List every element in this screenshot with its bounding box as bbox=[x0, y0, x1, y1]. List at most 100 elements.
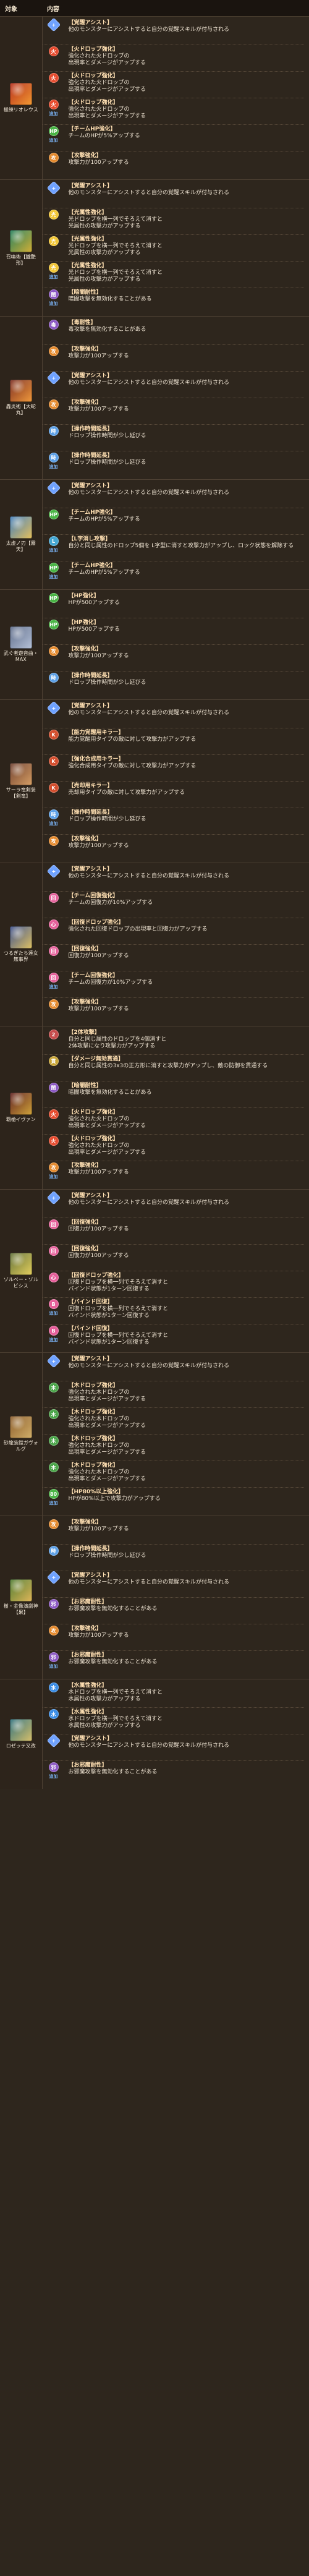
awakening-icon: 火 bbox=[48, 1109, 59, 1119]
awakening-description: 光ドロップを横一列でそろえて消すと bbox=[68, 216, 163, 223]
awakening-icon-symbol: 80 bbox=[49, 1491, 57, 1497]
target-card[interactable]: ロゼッテ又改 bbox=[2, 1719, 40, 1749]
awakening-description: 出現率とダメージがアップする bbox=[68, 113, 146, 119]
awakening-slot: 攻追加 bbox=[43, 1162, 65, 1180]
awakening-description: 出現率とダメージがアップする bbox=[68, 87, 146, 93]
awakening-icon: + bbox=[46, 1354, 61, 1368]
monster-portrait-icon[interactable] bbox=[9, 926, 32, 949]
awakening-entry: 毒 【毒耐性】 毒攻撃を無効化することがある bbox=[42, 318, 304, 345]
awakening-name: 【火ドロップ強化】 bbox=[68, 1109, 119, 1115]
monster-portrait-icon[interactable] bbox=[9, 83, 32, 105]
awakening-icon-symbol: 2 bbox=[51, 1031, 56, 1038]
target-card[interactable]: ゾルベー・ゾルビシス bbox=[2, 1253, 40, 1289]
awakening-icon: 水 bbox=[48, 1709, 59, 1719]
awakening-slot: + bbox=[43, 370, 65, 385]
target-card[interactable]: サーラ竜剣装【剣竜】 bbox=[2, 763, 40, 800]
awakening-description: 攻撃力が100アップする bbox=[68, 353, 129, 359]
target-card[interactable]: 極練リオレウス bbox=[2, 83, 40, 113]
target-name: ロゼッテ又改 bbox=[6, 1743, 36, 1749]
target-card[interactable]: 武ぐ者遊音曲・MAX bbox=[2, 626, 40, 663]
monster-portrait-icon[interactable] bbox=[9, 1579, 32, 1601]
awakening-icon: 闇 bbox=[48, 1083, 59, 1093]
target-group-row: ロゼッテ又改水【水属性強化】 水ドロップを横一列でそろえて消すと 水属性の攻撃力がア… bbox=[0, 1679, 309, 1789]
awakening-details: 【覚醒アシスト】 他のモンスターにアシストすると自分の覚醒スキルが付与される bbox=[69, 373, 305, 386]
monster-portrait-icon[interactable] bbox=[9, 229, 32, 252]
added-tag: 追加 bbox=[49, 301, 58, 306]
awakening-slot: + bbox=[43, 1570, 65, 1585]
awakening-icon: 闇 bbox=[48, 289, 59, 299]
awakening-icon: 回 bbox=[48, 893, 59, 903]
awakening-details: 【攻撃強化】 攻撃力が100アップする bbox=[69, 346, 305, 360]
awakening-details: 【回復強化】 回復力が100アップする bbox=[69, 1219, 305, 1233]
awakening-icon-symbol: 貫 bbox=[51, 1058, 56, 1064]
awakening-slot: K bbox=[43, 783, 65, 794]
awakening-details: 【暗闇耐性】 暗闇攻撃を無効化することがある bbox=[69, 289, 305, 303]
awakening-details: 【操作時間延長】 ドロップ操作時間が少し延びる bbox=[69, 453, 305, 466]
awakening-icon-symbol: 時 bbox=[51, 811, 56, 817]
awakening-table: 対象 内容 極練リオレウス + 【覚醒アシスト】 他のモンスターにアシストすると自分の… bbox=[0, 0, 309, 1789]
awakening-slot: 攻 bbox=[43, 153, 65, 164]
awakening-description: チームのHPが5%アップする bbox=[68, 133, 140, 139]
monster-portrait-icon[interactable] bbox=[9, 1093, 32, 1115]
target-card[interactable]: 樹・金像演劇神【果】 bbox=[2, 1579, 40, 1616]
awakening-icon-symbol: + bbox=[51, 375, 56, 381]
awakening-name: 【お邪魔耐性】 bbox=[68, 1762, 108, 1768]
awakening-icon-symbol: 回 bbox=[51, 948, 56, 954]
awakening-description: チームのHPが5%アップする bbox=[68, 569, 140, 576]
target-card[interactable]: 轟炎術【大蛇丸】 bbox=[2, 380, 40, 416]
awakening-icon: 攻 bbox=[48, 1162, 59, 1172]
awakening-entry: 火 【火ドロップ強化】 強化された火ドロップの 出現率とダメージがアップする bbox=[42, 1135, 304, 1161]
target-card[interactable]: 覇槍イヴァン bbox=[2, 1093, 40, 1123]
awakening-entry: K 【売却用キラー】 売却用タイプの敵に対して攻撃力がアップする bbox=[42, 782, 304, 808]
awakening-details: 【覚醒アシスト】 他のモンスターにアシストすると自分の覚醒スキルが付与される bbox=[69, 866, 305, 880]
awakening-name: 【攻撃強化】 bbox=[68, 836, 102, 842]
target-card[interactable]: 砂龍装鎧ガヴォルグ bbox=[2, 1416, 40, 1452]
monster-portrait-icon[interactable] bbox=[9, 1416, 32, 1438]
awakening-icon: 木 bbox=[48, 1462, 59, 1472]
target-card[interactable]: 召喚術【朧艶形】 bbox=[2, 229, 40, 267]
monster-portrait-icon[interactable] bbox=[9, 516, 32, 539]
awakening-slot: 攻 bbox=[43, 836, 65, 847]
awakening-description: 暗闇攻撃を無効化することがある bbox=[68, 1090, 152, 1096]
awakening-entry: 闇 【暗闇耐性】 暗闇攻撃を無効化することがある bbox=[42, 1081, 304, 1108]
awakening-icon: + bbox=[46, 181, 61, 195]
awakening-icon-symbol: HP bbox=[49, 565, 57, 571]
monster-portrait-icon[interactable] bbox=[9, 626, 32, 649]
awakening-slot: 水 bbox=[43, 1683, 65, 1694]
awakening-entry: 時 【操作時間延長】 ドロップ操作時間が少し延びる bbox=[43, 672, 305, 697]
monster-portrait-icon[interactable] bbox=[9, 1719, 32, 1741]
awakening-name: 【お邪魔耐性】 bbox=[68, 1599, 108, 1605]
awakening-details: 【L字消し攻撃】 自分と同じ属性のドロップ5個を L字型に消すと攻撃力がアップし、… bbox=[69, 536, 305, 550]
monster-portrait-icon[interactable] bbox=[9, 380, 32, 402]
awakening-name: 【木ドロップ強化】 bbox=[68, 1462, 119, 1469]
awakening-name: 【覚醒アシスト】 bbox=[68, 183, 113, 189]
awakening-slot: HP 追加 bbox=[43, 563, 65, 580]
awakening-entry: 攻 【攻撃強化】 攻撃力が100アップする bbox=[42, 645, 304, 672]
awakening-name: 【水属性強化】 bbox=[68, 1709, 108, 1715]
awakening-description: 強化された木ドロップの bbox=[68, 1389, 130, 1396]
awakening-slot: + bbox=[43, 181, 65, 195]
target-card[interactable]: つるぎたち達女無事界 bbox=[2, 926, 40, 963]
awakening-name: 【バインド回復】 bbox=[68, 1326, 113, 1332]
target-card[interactable]: 太虚ノ刃【霧天】 bbox=[2, 516, 40, 553]
awakening-icon-symbol: 水 bbox=[51, 1684, 56, 1691]
added-tag: 追加 bbox=[49, 1311, 58, 1316]
target-name: ゾルベー・ゾルビシス bbox=[3, 1277, 38, 1289]
awakening-slot: + bbox=[43, 17, 65, 32]
monster-portrait-icon[interactable] bbox=[9, 1253, 32, 1275]
awakening-slot: + bbox=[43, 864, 65, 879]
awakening-details: 【覚醒アシスト】 他のモンスターにアシストすると自分の覚醒スキルが付与される bbox=[69, 1193, 305, 1206]
awakening-icon: 毒 bbox=[48, 320, 59, 330]
monster-portrait-icon[interactable] bbox=[9, 763, 32, 785]
awakening-description: 強化合成用タイプの敵に対して攻撃力がアップする bbox=[68, 763, 197, 769]
awakening-description: 能力覚醒用タイプの敵に対して攻撃力がアップする bbox=[68, 736, 197, 743]
awakening-icon-symbol: 攻 bbox=[51, 648, 56, 654]
awakening-icon: 攻 bbox=[48, 399, 59, 409]
awakening-icon-symbol: 木 bbox=[51, 1438, 56, 1444]
awakening-icon-symbol: 時 bbox=[51, 428, 56, 434]
awakening-details: 【覚醒アシスト】 他のモンスターにアシストすると自分の覚醒スキルが付与される bbox=[69, 1736, 305, 1749]
entry-cell: + 【覚醒アシスト】 他のモンスターにアシストすると自分の覚醒スキルが付与される木【… bbox=[42, 1352, 309, 1516]
awakening-slot: 邪追加 bbox=[43, 1762, 65, 1780]
awakening-details: 【攻撃強化】 攻撃力が100アップする bbox=[69, 1626, 305, 1639]
awakening-entry: + 【覚醒アシスト】 他のモンスターにアシストすると自分の覚醒スキルが付与される bbox=[42, 701, 304, 728]
